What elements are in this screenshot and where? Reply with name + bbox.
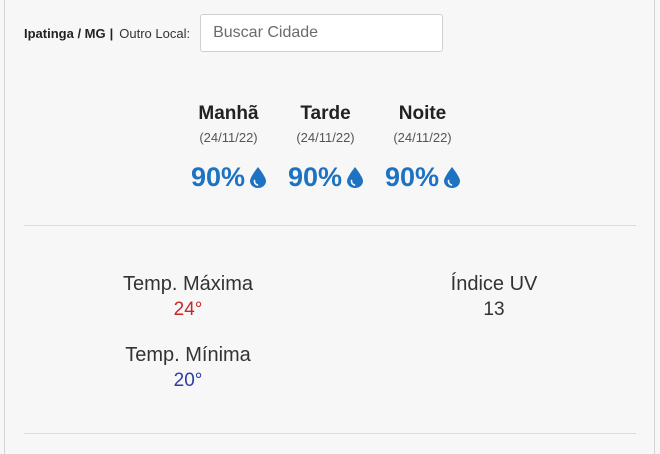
uv-value: 13 xyxy=(483,299,505,320)
bottom-divider xyxy=(24,433,636,434)
period-date: (24/11/22) xyxy=(199,130,258,145)
period-forecast: Manhã (24/11/22) 90% Tarde (24/11/22) 90… xyxy=(180,101,471,193)
period-name: Manhã xyxy=(198,103,259,124)
min-temp-label: Temp. Mínima xyxy=(125,344,251,366)
water-drop-icon xyxy=(347,166,364,188)
water-drop-icon xyxy=(444,166,461,188)
rain-chance: 90% xyxy=(277,161,374,193)
period-name: Noite xyxy=(398,103,447,124)
max-temp-label: Temp. Máxima xyxy=(122,273,254,295)
period-morning: Manhã (24/11/22) 90% xyxy=(180,101,277,193)
location-bar: Ipatinga / MG | Outro Local: xyxy=(24,14,444,52)
rain-chance-value: 90% xyxy=(384,161,440,192)
period-afternoon: Tarde (24/11/22) 90% xyxy=(277,101,374,193)
uv-index: Índice UV 13 xyxy=(424,271,564,323)
other-location-label: Outro Local: xyxy=(119,25,191,41)
min-temp-value: 20° xyxy=(173,370,203,391)
location-separator: | xyxy=(109,25,114,41)
rain-chance: 90% xyxy=(180,161,277,193)
period-date: (24/11/22) xyxy=(296,130,355,145)
water-drop-icon xyxy=(250,166,267,188)
period-night: Noite (24/11/22) 90% xyxy=(374,101,471,193)
rain-chance-value: 90% xyxy=(287,161,343,192)
section-divider xyxy=(24,225,636,226)
period-date: (24/11/22) xyxy=(393,130,452,145)
rain-chance: 90% xyxy=(374,161,471,193)
min-temperature: Temp. Mínima 20° xyxy=(98,342,278,394)
max-temperature: Temp. Máxima 24° xyxy=(98,271,278,323)
city-search-input[interactable] xyxy=(200,14,444,52)
uv-label: Índice UV xyxy=(450,273,538,295)
max-temp-value: 24° xyxy=(173,299,203,320)
period-name: Tarde xyxy=(300,103,351,124)
current-city: Ipatinga / MG xyxy=(24,25,106,41)
rain-chance-value: 90% xyxy=(190,161,246,192)
